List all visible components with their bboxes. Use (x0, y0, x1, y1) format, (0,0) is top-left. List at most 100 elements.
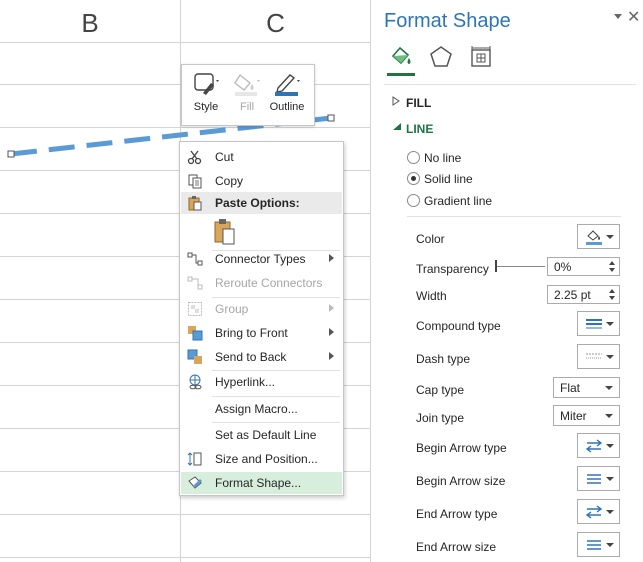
expand-arrow-icon[interactable] (392, 96, 400, 106)
menu-item-size-and-position[interactable]: Size and Position... (181, 448, 342, 470)
compound-type-label: Compound type (416, 319, 501, 333)
spreadsheet-area[interactable]: B C Style Fill Outline Cut Copy Paste Op… (0, 0, 370, 562)
connector-icon (187, 252, 203, 266)
cap-type-label: Cap type (416, 383, 465, 397)
menu-item-bring-to-front[interactable]: Bring to Front (181, 322, 342, 344)
copy-icon (188, 174, 202, 189)
solid-line-radio[interactable] (407, 172, 420, 185)
menu-item-cut[interactable]: Cut (181, 146, 342, 168)
menu-item-assign-macro[interactable]: Assign Macro... (181, 398, 342, 420)
reroute-icon (187, 276, 203, 290)
width-spinner[interactable]: 2.25 pt (547, 285, 620, 304)
end-arrow-type-label: End Arrow type (416, 507, 498, 521)
menu-label: Set as Default Line (215, 428, 317, 442)
row-gridline (0, 514, 370, 515)
outline-label: Outline (269, 101, 305, 113)
menu-separator (212, 422, 340, 423)
fill-line-tab-icon[interactable] (388, 44, 414, 70)
spin-down-icon[interactable] (609, 296, 615, 300)
chevron-down-icon (606, 543, 614, 547)
join-type-label: Join type (416, 411, 465, 425)
clipboard-icon (188, 196, 202, 211)
menu-item-send-to-back[interactable]: Send to Back (181, 346, 342, 368)
chevron-down-icon (605, 386, 613, 390)
menu-label: Reroute Connectors (215, 276, 323, 290)
menu-label: Format Shape... (215, 476, 302, 490)
dash-lines-icon (586, 353, 602, 359)
menu-label: Send to Back (215, 350, 287, 364)
solid-line-label[interactable]: Solid line (424, 172, 473, 186)
menu-item-set-default-line[interactable]: Set as Default Line (181, 424, 342, 446)
pane-divider (384, 84, 636, 85)
spin-up-icon[interactable] (609, 261, 615, 265)
spin-down-icon[interactable] (609, 268, 615, 272)
menu-item-connector-types[interactable]: Connector Types (181, 248, 342, 270)
menu-label: Copy (215, 174, 244, 188)
effects-pentagon-icon[interactable] (428, 44, 454, 70)
line-section-header[interactable]: LINE (406, 122, 433, 136)
hyperlink-icon (189, 374, 202, 390)
cap-type-dropdown[interactable]: Flat (553, 377, 620, 398)
end-arrow-type-button[interactable] (577, 499, 620, 524)
transparency-slider-track (495, 266, 545, 267)
spin-up-icon[interactable] (609, 289, 615, 293)
end-arrow-size-label: End Arrow size (416, 540, 497, 554)
mini-toolbar: Style Fill Outline (181, 64, 315, 126)
color-picker-button[interactable] (577, 224, 620, 249)
collapse-arrow-icon[interactable] (392, 122, 402, 132)
no-line-radio[interactable] (407, 151, 420, 164)
menu-item-reroute-connectors[interactable]: Reroute Connectors (181, 272, 342, 294)
paint-bucket-icon (234, 73, 260, 96)
chevron-down-icon (606, 355, 614, 359)
arrow-type-icon (585, 505, 603, 519)
menu-item-group[interactable]: Group (181, 298, 342, 320)
menu-label: Assign Macro... (215, 402, 298, 416)
arrow-size-icon (587, 540, 601, 550)
menu-item-copy[interactable]: Copy (181, 170, 342, 192)
line-end-handle[interactable] (327, 114, 335, 122)
dash-type-button[interactable] (577, 344, 620, 369)
end-arrow-size-button[interactable] (577, 532, 620, 557)
begin-arrow-size-button[interactable] (577, 466, 620, 491)
join-type-dropdown[interactable]: Miter (553, 405, 620, 426)
context-menu: Cut Copy Paste Options: Connector Types … (179, 141, 344, 496)
compound-type-button[interactable] (577, 311, 620, 336)
chevron-down-icon (605, 414, 613, 418)
menu-label: Hyperlink... (215, 375, 276, 389)
begin-arrow-type-button[interactable] (577, 433, 620, 458)
line-start-handle[interactable] (7, 150, 15, 158)
color-label: Color (416, 232, 445, 246)
chevron-down-icon (606, 444, 614, 448)
menu-separator (212, 396, 340, 397)
pane-options-dropdown-icon[interactable] (614, 14, 622, 19)
outline-button[interactable]: Outline (266, 69, 308, 123)
style-button[interactable]: Style (185, 69, 227, 123)
submenu-arrow-icon (329, 352, 334, 360)
gradient-line-radio[interactable] (407, 194, 420, 207)
menu-item-hyperlink[interactable]: Hyperlink... (181, 371, 342, 393)
paste-keep-formatting-icon[interactable] (212, 218, 238, 246)
menu-label: Group (215, 302, 249, 316)
style-label: Style (193, 101, 219, 113)
transparency-spinner[interactable]: 0% (547, 257, 620, 276)
no-line-label[interactable]: No line (424, 151, 461, 165)
menu-item-format-shape[interactable]: Format Shape... (181, 472, 342, 494)
menu-label: Paste Options: (215, 196, 300, 210)
gradient-line-label[interactable]: Gradient line (424, 194, 492, 208)
close-icon[interactable]: ✕ (627, 7, 640, 27)
section-divider (407, 216, 621, 217)
transparency-slider-thumb[interactable] (495, 260, 497, 272)
size-position-icon (187, 452, 202, 466)
outline-color-icon (586, 230, 602, 245)
size-properties-icon[interactable] (468, 44, 494, 70)
transparency-label: Transparency (416, 262, 489, 276)
shape-style-icon (194, 73, 219, 95)
fill-button[interactable]: Fill (226, 69, 268, 123)
submenu-arrow-icon (329, 254, 334, 262)
begin-arrow-size-label: Begin Arrow size (416, 474, 506, 488)
fill-section-header[interactable]: FILL (406, 96, 431, 110)
dash-type-label: Dash type (416, 352, 471, 366)
width-label: Width (416, 289, 447, 303)
arrow-size-icon (587, 474, 601, 484)
pane-title: Format Shape (384, 10, 511, 32)
